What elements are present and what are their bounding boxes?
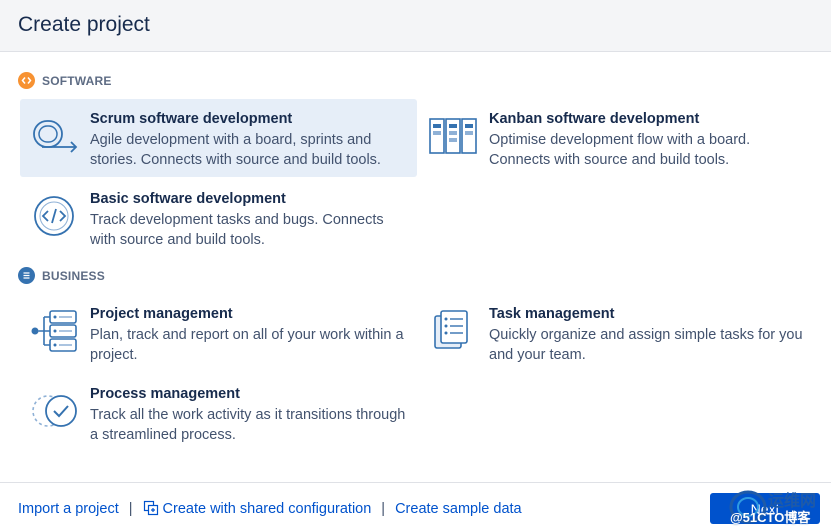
section-label-business: BUSINESS	[42, 268, 105, 283]
process-check-icon	[32, 395, 77, 427]
template-title: Process management	[90, 386, 240, 402]
footer-separator: |	[381, 500, 386, 517]
shared-config-label: Create with shared configuration	[162, 501, 372, 517]
dialog-header: Create project	[0, 0, 831, 52]
code-icon	[34, 196, 74, 236]
shared-config-icon	[143, 500, 158, 516]
footer-separator: |	[128, 500, 133, 517]
project-tree-icon	[31, 310, 77, 352]
import-project-link[interactable]: Import a project	[18, 501, 119, 517]
template-title: Kanban software development	[489, 111, 700, 127]
task-list-icon	[434, 310, 468, 349]
section-label-software: SOFTWARE	[42, 73, 112, 88]
dialog-title: Create project	[18, 13, 150, 36]
kanban-board-icon	[429, 118, 477, 154]
template-title: Task management	[489, 306, 615, 322]
template-title: Project management	[90, 306, 233, 322]
section-business: BUSINESS	[18, 267, 105, 284]
template-scrum[interactable]: Scrum software development Agile develop…	[20, 99, 417, 177]
template-title: Scrum software development	[90, 111, 293, 127]
template-description: Optimise development flow with a board. …	[489, 132, 751, 168]
template-task-management[interactable]: Task management Quickly organize and ass…	[419, 294, 816, 372]
template-kanban[interactable]: Kanban software development Optimise dev…	[419, 99, 816, 177]
footer-links: Import a project | Create with shared co…	[18, 500, 522, 518]
scrum-cycle-icon	[33, 120, 78, 153]
template-process-management[interactable]: Process management Track all the work ac…	[20, 374, 417, 452]
sample-data-link[interactable]: Create sample data	[395, 501, 522, 517]
template-description: Quickly organize and assign simple tasks…	[489, 327, 803, 363]
software-section-icon	[18, 72, 35, 89]
template-description: Track all the work activity as it transi…	[90, 407, 406, 443]
template-title: Basic software development	[90, 191, 286, 207]
template-basic[interactable]: Basic software development Track develop…	[20, 179, 417, 257]
shared-config-link[interactable]: Create with shared configuration	[143, 500, 372, 517]
template-description: Track development tasks and bugs. Connec…	[90, 212, 384, 248]
template-description: Agile development with a board, sprints …	[90, 132, 381, 168]
template-project-management[interactable]: Project management Plan, track and repor…	[20, 294, 417, 372]
dialog-footer: Import a project | Create with shared co…	[0, 482, 831, 529]
next-button[interactable]: Next	[710, 493, 820, 524]
business-section-icon	[18, 267, 35, 284]
section-software: SOFTWARE	[18, 72, 112, 89]
template-description: Plan, track and report on all of your wo…	[90, 327, 404, 363]
